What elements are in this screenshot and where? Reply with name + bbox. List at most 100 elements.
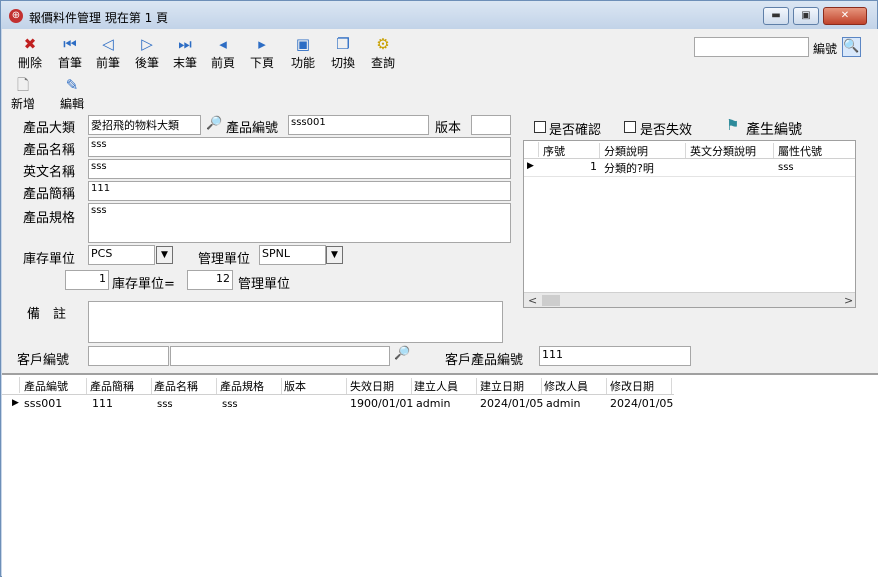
app-window: ⊕ 報價料件管理 現在第 1 頁 ▬ ▣ ✕ ✖ 刪除 ⏮ 首筆 ◁ 前筆 ▷ … xyxy=(0,0,878,577)
add-button[interactable]: 🗋 新增 xyxy=(3,76,43,112)
search-input[interactable] xyxy=(694,37,809,57)
list-cell-modified[interactable]: 2024/01/05 xyxy=(610,397,673,410)
mgmt-unit-select[interactable]: SPNL xyxy=(259,245,326,265)
customer-lookup-icon[interactable]: 🔎 xyxy=(394,346,410,361)
list-col-created[interactable]: 建立日期 xyxy=(480,378,542,394)
close-button[interactable]: ✕ xyxy=(823,7,867,25)
switch-label: 切換 xyxy=(330,56,355,70)
attr-cell-desc[interactable]: 分類的?明 xyxy=(604,160,686,176)
list-col-spec[interactable]: 產品規格 xyxy=(220,378,282,394)
grid-corner xyxy=(2,377,20,393)
last-record-button[interactable]: ⏭ 末筆 xyxy=(165,35,205,71)
app-logo-icon: ⊕ xyxy=(9,9,23,23)
stock-unit-label: 庫存單位 xyxy=(23,252,76,267)
edit-label: 編輯 xyxy=(59,97,84,111)
code-label: 產品編號 xyxy=(226,121,279,136)
short-name-label: 產品簡稱 xyxy=(23,187,76,202)
functions-label: 功能 xyxy=(290,56,315,70)
version-field[interactable] xyxy=(471,115,511,135)
list-cell-creator[interactable]: admin xyxy=(416,397,477,410)
name-field[interactable]: sss xyxy=(88,137,511,157)
attr-cell-code[interactable]: sss xyxy=(778,162,855,173)
list-col-version[interactable]: 版本 xyxy=(284,378,347,394)
attr-cell-seq[interactable]: 1 xyxy=(540,160,600,173)
attr-col-en-desc[interactable]: 英文分類說明 xyxy=(688,143,774,159)
name-label: 產品名稱 xyxy=(23,143,76,158)
attr-col-desc[interactable]: 分類說明 xyxy=(602,143,686,159)
first-record-button[interactable]: ⏮ 首筆 xyxy=(50,35,90,71)
delete-icon: ✖ xyxy=(23,35,37,53)
list-col-expire[interactable]: 失效日期 xyxy=(350,378,412,394)
category-lookup-icon[interactable]: 🔎 xyxy=(206,116,222,131)
next-page-button[interactable]: ▸ 下頁 xyxy=(242,35,282,71)
list-cell-created[interactable]: 2024/01/05 xyxy=(480,397,543,410)
list-col-modified[interactable]: 修改日期 xyxy=(610,378,672,394)
query-button[interactable]: ⚙ 查詢 xyxy=(363,35,403,71)
english-name-field[interactable]: sss xyxy=(88,159,511,179)
remark-field[interactable] xyxy=(88,301,503,343)
confirmed-checkbox[interactable] xyxy=(534,121,546,133)
list-col-modifier[interactable]: 修改人員 xyxy=(544,378,607,394)
list-cell-spec[interactable]: sss xyxy=(222,399,282,410)
attribute-grid: 序號 分類說明 英文分類說明 屬性代號 ▶ 1 分類的?明 sss < > xyxy=(523,140,856,308)
list-cell-code[interactable]: sss001 xyxy=(24,397,87,410)
delete-button[interactable]: ✖ 刪除 xyxy=(10,35,50,71)
stock-unit-select[interactable]: PCS xyxy=(88,245,155,265)
mgmt-unit-label: 管理單位 xyxy=(198,252,251,267)
ratio-mgmt-qty[interactable]: 12 xyxy=(187,270,233,290)
chevron-down-icon[interactable]: ▼ xyxy=(326,246,343,264)
switch-button[interactable]: ❐ 切換 xyxy=(323,35,363,71)
invalid-label: 是否失效 xyxy=(640,123,693,138)
maximize-button[interactable]: ▣ xyxy=(793,7,819,25)
english-name-label: 英文名稱 xyxy=(23,165,76,180)
chevron-left-icon[interactable]: < xyxy=(528,294,537,307)
spec-field[interactable]: sss xyxy=(88,203,511,243)
prev-label: 前筆 xyxy=(95,56,120,70)
invalid-checkbox[interactable] xyxy=(624,121,636,133)
customer-code-field[interactable] xyxy=(88,346,169,366)
window-title: 報價料件管理 現在第 1 頁 xyxy=(29,11,169,25)
list-cell-name[interactable]: sss xyxy=(157,399,217,410)
ratio-stock-qty[interactable]: 1 xyxy=(65,270,109,290)
cust-product-field[interactable]: 111 xyxy=(539,346,691,366)
customer-name-field[interactable] xyxy=(170,346,390,366)
prev-icon: ◁ xyxy=(102,35,114,53)
list-col-code[interactable]: 產品編號 xyxy=(24,378,87,394)
list-col-short[interactable]: 產品簡稱 xyxy=(90,378,152,394)
next-record-button[interactable]: ▷ 後筆 xyxy=(127,35,167,71)
search-icon[interactable]: 🔍 xyxy=(842,37,861,57)
list-col-creator[interactable]: 建立人員 xyxy=(414,378,477,394)
prev-page-button[interactable]: ◂ 前頁 xyxy=(203,35,243,71)
list-cell-expire[interactable]: 1900/01/01 xyxy=(350,397,413,410)
ratio-equals-label: 庫存單位= xyxy=(112,277,175,292)
list-cell-modifier[interactable]: admin xyxy=(546,397,607,410)
list-cell-short[interactable]: 111 xyxy=(92,397,152,410)
scrollbar-thumb[interactable] xyxy=(542,295,560,306)
row-pointer-icon: ▶ xyxy=(12,398,19,408)
short-name-field[interactable]: 111 xyxy=(88,181,511,201)
gen-code-button[interactable]: 產生編號 xyxy=(746,119,802,139)
chevron-right-icon[interactable]: > xyxy=(844,294,853,307)
prev-page-label: 前頁 xyxy=(210,56,235,70)
code-field[interactable]: sss001 xyxy=(288,115,429,135)
prev-record-button[interactable]: ◁ 前筆 xyxy=(88,35,128,71)
attr-col-seq[interactable]: 序號 xyxy=(540,143,600,159)
attr-grid-scrollbar[interactable]: < > xyxy=(524,292,855,307)
toolbar: ✖ 刪除 ⏮ 首筆 ◁ 前筆 ▷ 後筆 ⏭ 末筆 ◂ 前頁 ▸ 下頁 ▣ 功能 xyxy=(2,29,878,113)
customer-label: 客戶編號 xyxy=(17,353,70,368)
title-bar: ⊕ 報價料件管理 現在第 1 頁 ▬ ▣ ✕ xyxy=(1,1,877,29)
cust-product-label: 客戶產品編號 xyxy=(445,353,524,368)
minimize-button[interactable]: ▬ xyxy=(763,7,789,25)
row-pointer-icon: ▶ xyxy=(527,161,534,171)
query-icon: ⚙ xyxy=(376,35,390,53)
chevron-down-icon[interactable]: ▼ xyxy=(156,246,173,264)
attr-col-code[interactable]: 屬性代號 xyxy=(776,143,855,159)
list-col-name[interactable]: 產品名稱 xyxy=(154,378,217,394)
new-document-icon: 🗋 xyxy=(16,76,30,94)
category-field[interactable]: 愛招飛的物料大類 xyxy=(88,115,201,135)
functions-button[interactable]: ▣ 功能 xyxy=(283,35,323,71)
ratio-mgmt-label: 管理單位 xyxy=(238,277,291,292)
gen-code-icon[interactable]: ⚑ xyxy=(726,116,739,134)
edit-button[interactable]: ✎ 編輯 xyxy=(52,76,92,112)
add-label: 新增 xyxy=(10,97,35,111)
